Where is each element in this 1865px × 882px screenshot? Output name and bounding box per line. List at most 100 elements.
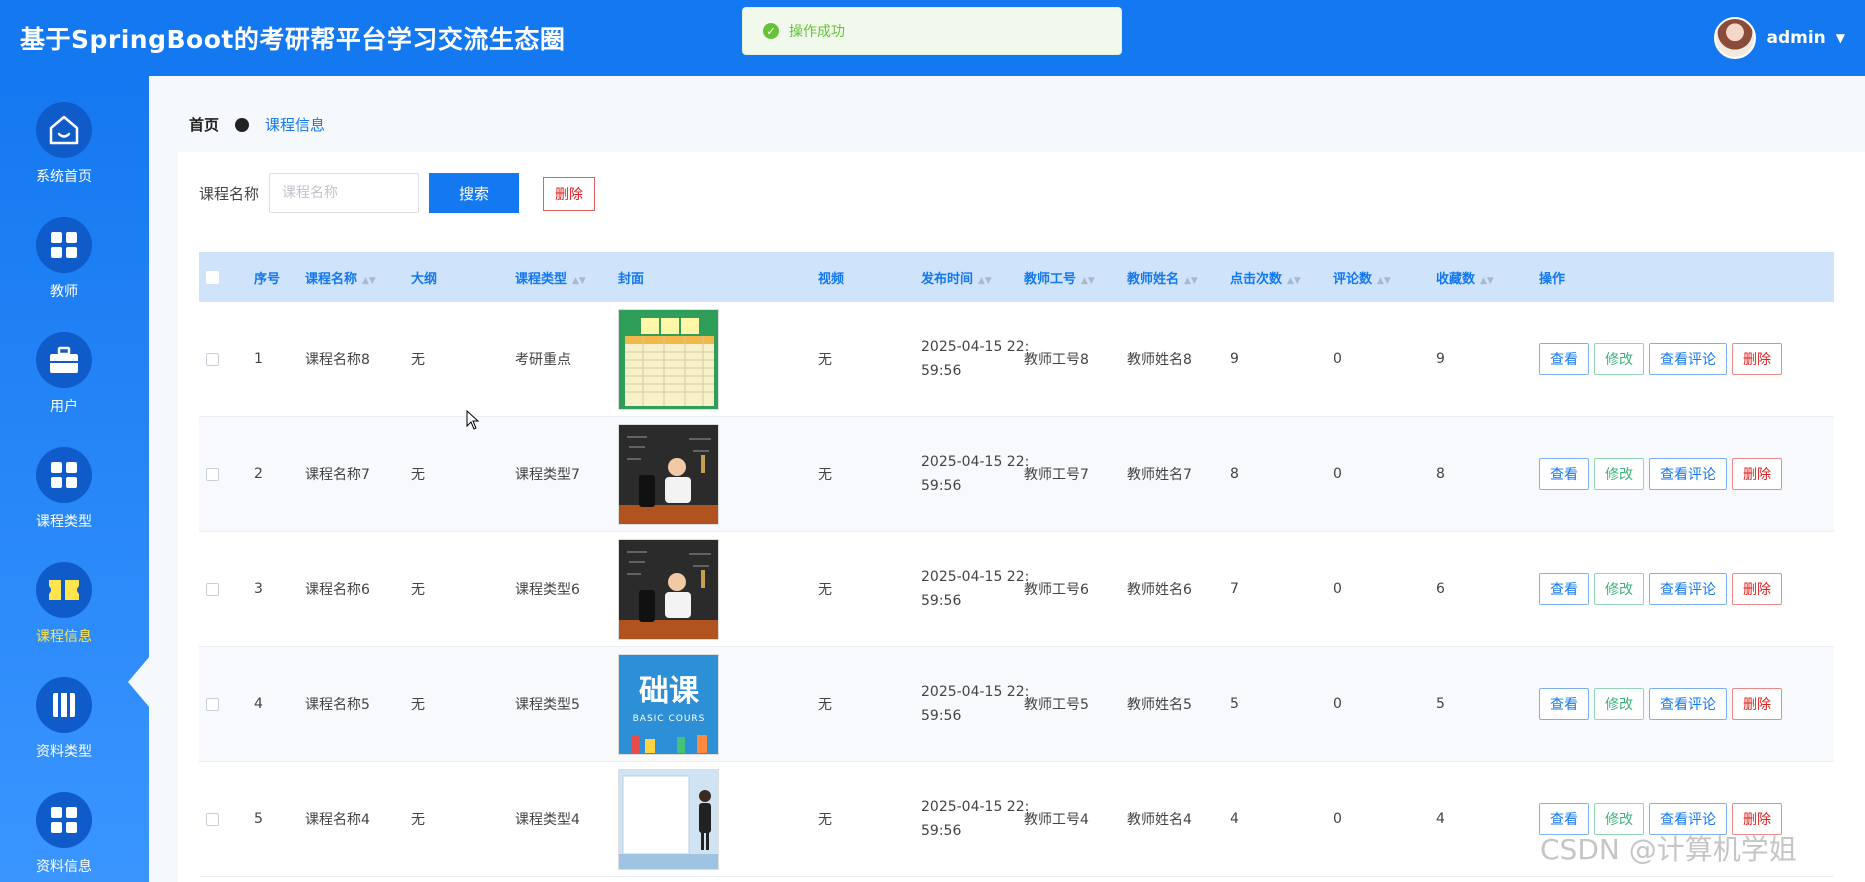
sort-icon[interactable]: ▲▼ xyxy=(978,276,992,286)
sidebar-item-material-info[interactable]: 资料信息 xyxy=(0,792,128,882)
edit-button[interactable]: 修改 xyxy=(1594,573,1644,605)
delete-button[interactable]: 删除 xyxy=(1732,573,1782,605)
table-row: 1 课程名称8 无 考研重点 无 2025-04-15 22: 59:56 教师… xyxy=(199,302,1834,417)
cell-cover xyxy=(618,538,719,640)
edit-button[interactable]: 修改 xyxy=(1594,688,1644,720)
sidebar-item-user[interactable]: 用户 xyxy=(0,332,128,446)
delete-button[interactable]: 删除 xyxy=(1732,343,1782,375)
cell-publish-time: 2025-04-15 22: 59:56 xyxy=(921,569,1030,609)
cell-teacher-id: 教师工号7 xyxy=(1024,467,1089,483)
column-header-name[interactable]: 课程名称 ▲▼ xyxy=(305,268,376,287)
cell-favorites: 4 xyxy=(1436,811,1445,827)
column-header-teacher-id[interactable]: 教师工号 ▲▼ xyxy=(1024,268,1095,287)
row-checkbox[interactable] xyxy=(206,352,219,366)
sidebar-item-label: 用户 xyxy=(50,399,78,415)
cell-teacher-id: 教师工号8 xyxy=(1024,352,1089,368)
cover-image[interactable]: 础课 BASIC COURS xyxy=(618,653,719,755)
search-label: 课程名称 xyxy=(199,185,260,203)
view-comments-button[interactable]: 查看评论 xyxy=(1649,343,1727,375)
sidebar-item-home[interactable]: 系统首页 xyxy=(0,102,128,216)
column-header-actions: 操作 xyxy=(1539,271,1566,287)
cell-name: 课程名称6 xyxy=(305,582,370,598)
timetable-image xyxy=(619,309,718,409)
sort-icon[interactable]: ▲▼ xyxy=(1081,276,1095,286)
cell-video: 无 xyxy=(818,582,832,598)
sidebar-item-teacher[interactable]: 教师 xyxy=(0,217,128,331)
cell-teacher-name: 教师姓名8 xyxy=(1127,352,1192,368)
view-button[interactable]: 查看 xyxy=(1539,343,1589,375)
row-checkbox[interactable] xyxy=(206,467,219,481)
sidebar-item-course-info[interactable]: 课程信息 xyxy=(0,562,128,676)
cover-image[interactable] xyxy=(618,538,719,640)
sidebar-item-label: 资料类型 xyxy=(36,744,92,760)
row-checkbox[interactable] xyxy=(206,582,219,596)
cell-favorites: 9 xyxy=(1436,351,1445,367)
cell-comments: 0 xyxy=(1333,351,1342,367)
delete-button[interactable]: 删除 xyxy=(1732,688,1782,720)
cell-index: 1 xyxy=(254,351,263,367)
sort-icon[interactable]: ▲▼ xyxy=(1377,276,1391,286)
home-icon xyxy=(49,115,79,145)
cell-outline: 无 xyxy=(411,812,425,828)
cover-image[interactable] xyxy=(618,308,719,410)
cell-video: 无 xyxy=(818,467,832,483)
cell-cover xyxy=(618,423,719,525)
row-checkbox[interactable] xyxy=(206,697,219,711)
user-menu[interactable]: admin ▼ xyxy=(1714,17,1845,59)
view-comments-button[interactable]: 查看评论 xyxy=(1649,688,1727,720)
search-button[interactable]: 搜索 xyxy=(429,173,519,213)
sort-icon[interactable]: ▲▼ xyxy=(362,276,376,286)
classroom-image xyxy=(619,424,718,524)
column-header-teacher-name[interactable]: 教师姓名 ▲▼ xyxy=(1127,268,1198,287)
table-row: 4 课程名称5 无 课程类型5 础课 BASIC COURS 无 2025-04… xyxy=(199,647,1834,762)
briefcase-icon xyxy=(50,346,78,373)
cell-publish-time: 2025-04-15 22: 59:56 xyxy=(921,339,1030,379)
cell-outline: 无 xyxy=(411,697,425,713)
edit-button[interactable]: 修改 xyxy=(1594,343,1644,375)
edit-button[interactable]: 修改 xyxy=(1594,458,1644,490)
cell-publish-time: 2025-04-15 22: 59:56 xyxy=(921,454,1030,494)
cell-teacher-id: 教师工号4 xyxy=(1024,812,1089,828)
cell-teacher-id: 教师工号5 xyxy=(1024,697,1089,713)
cell-cover: 础课 BASIC COURS xyxy=(618,653,719,755)
sort-icon[interactable]: ▲▼ xyxy=(1184,276,1198,286)
column-header-type[interactable]: 课程类型 ▲▼ xyxy=(515,268,586,287)
view-button[interactable]: 查看 xyxy=(1539,688,1589,720)
sort-icon[interactable]: ▲▼ xyxy=(572,276,586,286)
sidebar-item-material-type[interactable]: 资料类型 xyxy=(0,677,128,791)
avatar[interactable] xyxy=(1714,17,1757,59)
delete-button[interactable]: 删除 xyxy=(1732,458,1782,490)
cell-video: 无 xyxy=(818,697,832,713)
cell-type: 课程类型5 xyxy=(515,697,580,713)
sidebar-item-course-type[interactable]: 课程类型 xyxy=(0,447,128,561)
cell-cover xyxy=(618,308,719,410)
cell-type: 课程类型4 xyxy=(515,812,580,828)
check-circle-icon: ✓ xyxy=(763,23,779,39)
sidebar-item-label: 课程类型 xyxy=(36,514,92,530)
column-header-favorites[interactable]: 收藏数 ▲▼ xyxy=(1436,268,1494,287)
bulk-delete-button[interactable]: 删除 xyxy=(543,177,595,211)
sort-icon[interactable]: ▲▼ xyxy=(1480,276,1494,286)
breadcrumb-home[interactable]: 首页 xyxy=(189,114,219,135)
view-comments-button[interactable]: 查看评论 xyxy=(1649,458,1727,490)
column-header-publish-time[interactable]: 发布时间 ▲▼ xyxy=(921,268,992,287)
column-header-comments[interactable]: 评论数 ▲▼ xyxy=(1333,268,1391,287)
sort-icon[interactable]: ▲▼ xyxy=(1287,276,1301,286)
view-button[interactable]: 查看 xyxy=(1539,573,1589,605)
column-header-outline: 大纲 xyxy=(411,271,438,287)
chevron-down-icon[interactable]: ▼ xyxy=(1836,31,1845,45)
user-name[interactable]: admin xyxy=(1766,28,1825,48)
column-header-video: 视频 xyxy=(818,271,845,287)
cell-cover xyxy=(618,768,719,870)
cover-image[interactable] xyxy=(618,768,719,870)
sidebar: 系统首页 教师 用户 课程类型 课程信息 资料类型 资料信息 xyxy=(0,76,150,882)
column-header-clicks[interactable]: 点击次数 ▲▼ xyxy=(1230,268,1301,287)
cover-image[interactable] xyxy=(618,423,719,525)
view-button[interactable]: 查看 xyxy=(1539,458,1589,490)
search-input[interactable] xyxy=(269,173,419,213)
row-checkbox[interactable] xyxy=(206,812,219,826)
cell-favorites: 8 xyxy=(1436,466,1445,482)
cell-outline: 无 xyxy=(411,582,425,598)
select-all-checkbox[interactable] xyxy=(206,270,219,284)
view-comments-button[interactable]: 查看评论 xyxy=(1649,573,1727,605)
